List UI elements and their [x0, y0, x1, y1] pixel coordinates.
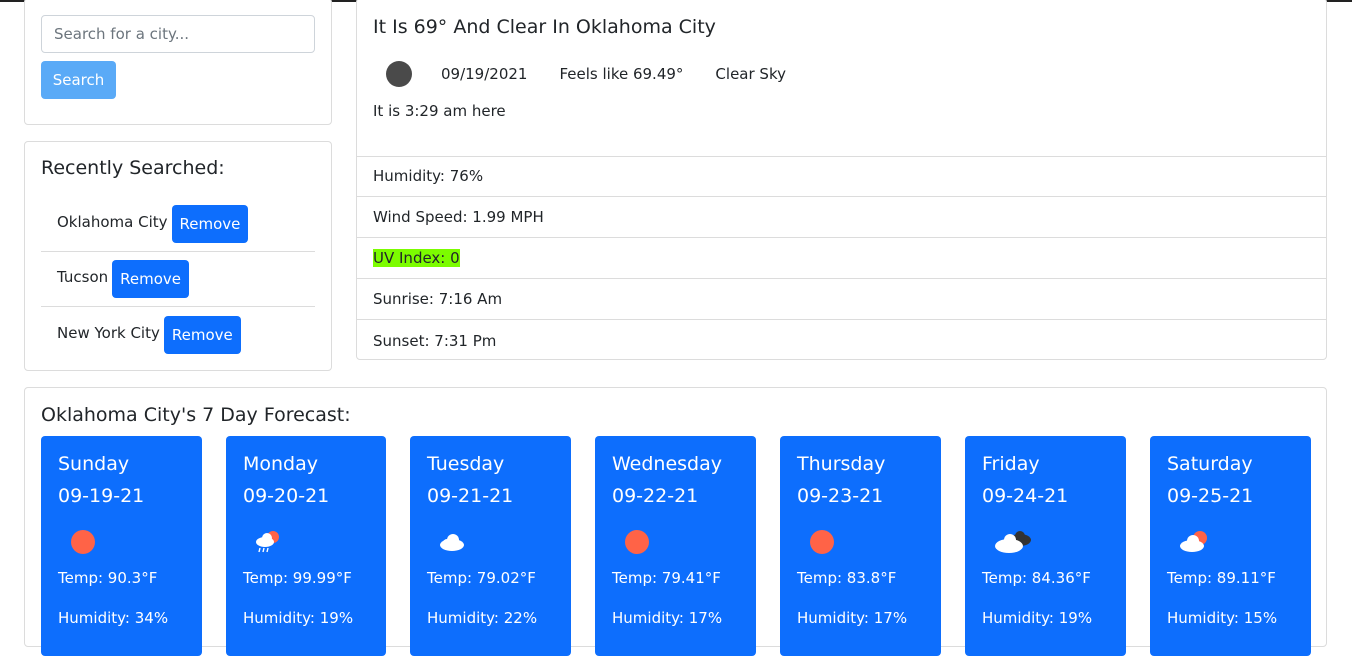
forecast-temp: Temp: 84.36°F [982, 569, 1091, 587]
recent-searches-title: Recently Searched: [41, 157, 225, 179]
local-time: It is 3:29 am here [373, 102, 506, 120]
forecast-humidity: Humidity: 22% [427, 609, 538, 627]
forecast-day-date: 09-23-21 [797, 485, 884, 507]
cloud-icon [440, 534, 464, 551]
forecast-card: Oklahoma City's 7 Day Forecast: Sunday 0… [24, 387, 1327, 656]
forecast-day-card: Thursday 09-23-21 Temp: 83.8°F Humidity:… [780, 436, 941, 656]
partly-cloudy-icon [1180, 531, 1207, 552]
forecast-row: Sunday 09-19-21 Temp: 90.3°F Humidity: 3… [41, 436, 1311, 656]
recent-city-name[interactable]: Oklahoma City [57, 213, 168, 231]
forecast-day-date: 09-24-21 [982, 485, 1069, 507]
feels-like: Feels like 69.49° [559, 65, 684, 83]
city-search-input[interactable] [41, 15, 315, 53]
forecast-day-name: Wednesday [612, 453, 723, 475]
wind-speed-text: Wind Speed: 1.99 MPH [373, 208, 544, 226]
weather-details-list: Humidity: 76% Wind Speed: 1.99 MPH UV In… [357, 156, 1326, 361]
forecast-temp: Temp: 89.11°F [1167, 569, 1276, 587]
search-card: Search [24, 0, 332, 125]
forecast-day-date: 09-19-21 [58, 485, 145, 507]
forecast-day-card: Wednesday 09-22-21 Temp: 79.41°F Humidit… [595, 436, 756, 656]
humidity-item: Humidity: 76% [357, 156, 1326, 197]
forecast-day-date: 09-25-21 [1167, 485, 1254, 507]
current-weather-card: It Is 69° And Clear In Oklahoma City 09/… [356, 0, 1327, 360]
uv-index-item: UV Index: 0 [357, 238, 1326, 279]
forecast-title: Oklahoma City's 7 Day Forecast: [41, 404, 351, 426]
forecast-humidity: Humidity: 17% [612, 609, 723, 627]
sunset-text: Sunset: 7:31 Pm [373, 331, 497, 350]
current-weather-title: It Is 69° And Clear In Oklahoma City [373, 16, 716, 38]
forecast-humidity: Humidity: 17% [797, 609, 908, 627]
recent-item: New York City Remove [41, 307, 315, 362]
recent-searches-list: Oklahoma City Remove Tucson Remove New Y… [41, 197, 315, 362]
current-weather-meta: 09/19/2021 Feels like 69.49° Clear Sky [373, 61, 786, 87]
forecast-day-name: Sunday [58, 453, 130, 475]
forecast-day-date: 09-22-21 [612, 485, 699, 507]
uv-index-badge: UV Index: 0 [373, 249, 460, 267]
clear-sun-icon [71, 530, 95, 554]
recent-city-name[interactable]: New York City [57, 324, 160, 342]
remove-button[interactable]: Remove [171, 205, 249, 243]
broken-clouds-icon [995, 531, 1031, 553]
forecast-humidity: Humidity: 19% [982, 609, 1093, 627]
clear-sun-icon [625, 530, 649, 554]
sunrise-item: Sunrise: 7:16 Am [357, 279, 1326, 320]
forecast-temp: Temp: 90.3°F [58, 569, 158, 587]
forecast-day-card: Tuesday 09-21-21 Temp: 79.02°F Humidity:… [410, 436, 571, 656]
forecast-day-card: Sunday 09-19-21 Temp: 90.3°F Humidity: 3… [41, 436, 202, 656]
recent-city-name[interactable]: Tucson [57, 268, 108, 286]
weather-condition: Clear Sky [715, 65, 786, 83]
forecast-temp: Temp: 79.41°F [612, 569, 721, 587]
current-date: 09/19/2021 [441, 65, 528, 83]
forecast-day-date: 09-21-21 [427, 485, 514, 507]
recent-item: Tucson Remove [41, 252, 315, 307]
forecast-day-card: Saturday 09-25-21 Temp: 89.11°F Humidity… [1150, 436, 1311, 656]
forecast-temp: Temp: 83.8°F [797, 569, 897, 587]
sunrise-text: Sunrise: 7:16 Am [373, 290, 503, 308]
forecast-temp: Temp: 79.02°F [427, 569, 536, 587]
humidity-text: Humidity: 76% [373, 167, 484, 185]
forecast-temp: Temp: 99.99°F [243, 569, 352, 587]
wind-speed-item: Wind Speed: 1.99 MPH [357, 197, 1326, 238]
remove-button[interactable]: Remove [163, 315, 241, 354]
forecast-day-card: Monday 09-20-21 Temp: 99.99°F Humidity: … [226, 436, 386, 656]
clear-night-icon [386, 61, 412, 87]
sunset-item: Sunset: 7:31 Pm [357, 320, 1326, 361]
remove-button[interactable]: Remove [112, 260, 190, 298]
forecast-humidity: Humidity: 19% [243, 609, 354, 627]
forecast-humidity: Humidity: 34% [58, 609, 169, 627]
search-button[interactable]: Search [41, 61, 116, 99]
rain-sun-icon [256, 531, 279, 553]
recent-item: Oklahoma City Remove [41, 197, 315, 252]
forecast-day-name: Tuesday [427, 453, 505, 475]
forecast-day-card: Friday 09-24-21 Temp: 84.36°F Humidity: … [965, 436, 1126, 656]
recent-searches-card: Recently Searched: Oklahoma City Remove … [24, 141, 332, 371]
current-weather-header: It Is 69° And Clear In Oklahoma City 09/… [357, 0, 1326, 157]
forecast-day-name: Monday [243, 453, 319, 475]
clear-sun-icon [810, 530, 834, 554]
forecast-day-name: Friday [982, 453, 1040, 475]
forecast-day-name: Saturday [1167, 453, 1253, 475]
forecast-humidity: Humidity: 15% [1167, 609, 1278, 627]
forecast-day-date: 09-20-21 [243, 485, 330, 507]
forecast-day-name: Thursday [797, 453, 886, 475]
